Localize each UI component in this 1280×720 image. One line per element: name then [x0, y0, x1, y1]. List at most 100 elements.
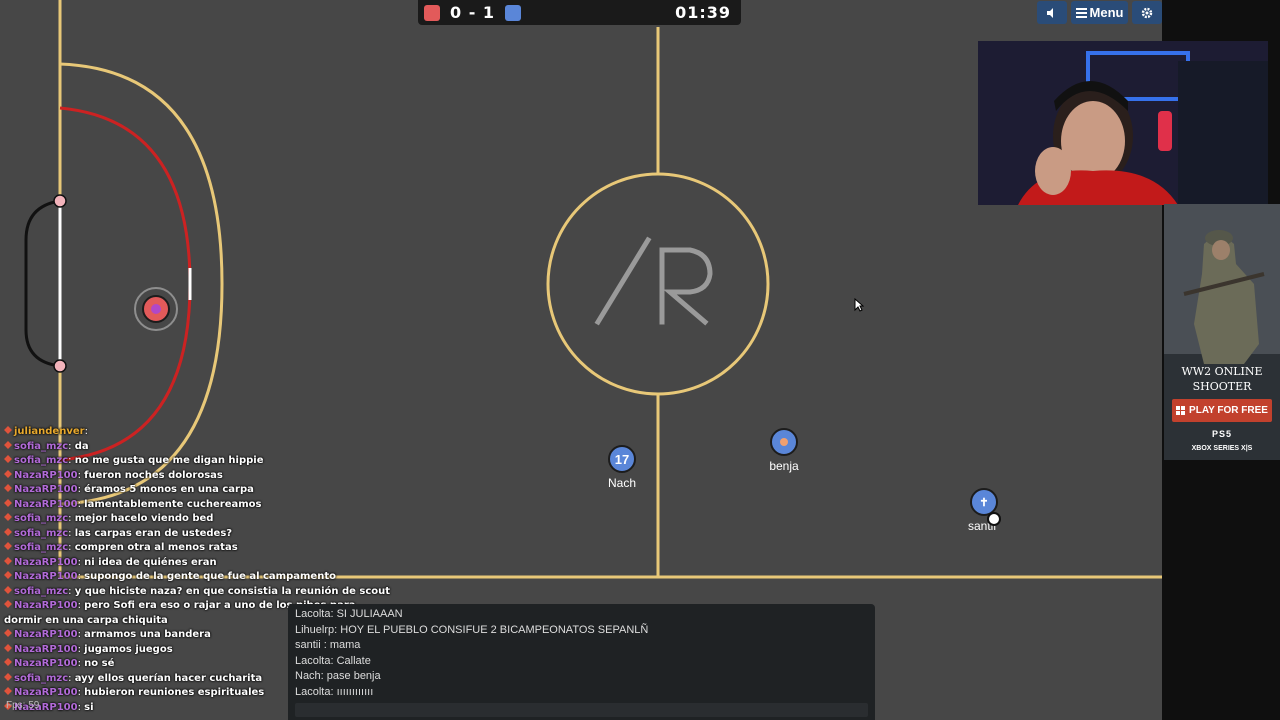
blue-team-icon — [505, 4, 522, 21]
chat-username: juliandenver — [14, 426, 85, 437]
mute-button[interactable] — [1037, 1, 1067, 24]
game-chat: Lacolta: SI JULIAAAN Lihuelrp: HOY EL PUE… — [288, 604, 875, 720]
stream-chat-message: sofia_mzc: las carpas eran de ustedes? — [4, 527, 384, 542]
player-number: 17 — [614, 451, 630, 467]
chat-badge-icon — [4, 469, 12, 478]
chat-badge-icon — [4, 484, 12, 492]
game-chat-line: Lacolta: SI JULIAAAN — [295, 608, 403, 620]
chat-text: da — [74, 440, 89, 452]
chat-username: NazaRP100 — [14, 484, 78, 495]
goal-area-arc — [59, 106, 192, 462]
player-avatar: ✝ — [979, 496, 989, 509]
red-player-avatar — [151, 304, 161, 314]
scoreboard: 0 - 1 01:39 — [418, 0, 741, 25]
chat-text: ni idea de quiénes eran — [84, 556, 217, 568]
stream-chat-message: NazaRP100: lamentablemente cuchereamos — [4, 498, 384, 513]
stream-chat-message: NazaRP100: fueron noches dolorosas — [4, 469, 384, 484]
stream-chat-message: NazaRP100: ni idea de quiénes eran — [4, 556, 384, 571]
chat-badge-icon — [4, 498, 12, 507]
chat-text: mejor hacelo viendo bed — [74, 513, 214, 524]
stream-chat-message: sofia_mzc: y que hiciste naza? en que co… — [4, 585, 390, 600]
chat-text: hubieron reuniones espirituales — [84, 687, 265, 698]
mouse-cursor-icon — [854, 298, 864, 312]
top-controls: Menu — [1037, 1, 1162, 24]
ad-xbox-label: XBOX SERIES X|S — [1191, 445, 1253, 452]
chat-text: y que hiciste naza? en que consistia la … — [74, 585, 391, 597]
stream-chat-message: NazaRP100: éramos 5 monos en una carpa — [4, 483, 384, 498]
hamburger-icon — [1075, 7, 1087, 18]
chat-badge-icon — [4, 542, 12, 550]
fps-counter: Fps: 59 — [6, 700, 40, 711]
chat-text: lamentablemente cuchereamos — [84, 498, 262, 510]
ball — [987, 512, 1001, 526]
player-name-santii: santii — [967, 519, 996, 533]
chat-username: NazaRP100 — [14, 629, 78, 640]
chat-text: si — [84, 701, 94, 713]
stream-chat-message: sofia_mzc: compren otra al menos ratas — [4, 541, 384, 556]
ad-ps5-label: PS5 — [1211, 429, 1232, 439]
chat-text: no sé — [84, 658, 115, 669]
windows-icon — [1176, 406, 1186, 415]
red-team-icon — [424, 4, 440, 21]
game-chat-line: Nach: pase benja — [295, 670, 381, 682]
chat-username: sofia_mzc — [14, 513, 69, 524]
chat-username: NazaRP100 — [14, 469, 78, 481]
chat-username: sofia_mzc — [14, 542, 69, 553]
chat-username: NazaRP100 — [14, 600, 78, 611]
chat-text: las carpas eran de ustedes? — [74, 527, 233, 539]
chat-username: sofia_mzc — [14, 527, 69, 539]
goal-post-top — [53, 194, 67, 208]
chat-text: ayy ellos querían hacer cucharita — [74, 672, 263, 684]
chat-badge-icon — [4, 426, 12, 434]
game-chat-line: Lacolta: Callate — [295, 654, 371, 667]
chat-badge-icon — [4, 658, 12, 666]
player-avatar — [780, 438, 788, 446]
chat-text: compren otra al menos ratas — [74, 542, 238, 553]
chat-text: no me gusta que me digan hippie — [74, 455, 264, 466]
stream-chat-message: NazaRP100: supongo de la gente que fue a… — [4, 570, 384, 585]
chat-text: éramos 5 monos en una carpa — [84, 484, 254, 495]
chat-badge-icon — [4, 527, 12, 536]
player-nach: 17 — [608, 445, 636, 473]
gear-icon — [1141, 7, 1153, 18]
ad-play-button[interactable]: PLAY FOR FREE — [1172, 399, 1272, 422]
stream-chat-message: sofia_mzc: da — [4, 440, 384, 455]
ad-cta-label: PLAY FOR FREE — [1189, 405, 1268, 416]
chat-username: NazaRP100 — [14, 571, 78, 582]
chat-username: sofia_mzc — [14, 585, 69, 597]
chat-badge-icon — [4, 455, 12, 463]
score: 0 - 1 — [450, 3, 496, 22]
goal-post-bottom — [53, 359, 67, 373]
game-chat-line: santii : mama — [295, 639, 361, 651]
chat-username: NazaRP100 — [14, 556, 78, 568]
chat-badge-icon — [4, 643, 12, 652]
game-chat-log: Lacolta: SI JULIAAAN Lihuelrp: HOY EL PUE… — [295, 607, 868, 700]
chat-username: NazaRP100 — [14, 658, 78, 669]
chat-text: armamos una bandera — [84, 629, 211, 640]
stream-chat-message: sofia_mzc: no me gusta que me digan hipp… — [4, 454, 384, 469]
menu-button[interactable]: Menu — [1071, 1, 1128, 24]
advertisement[interactable]: WW2 ONLINE SHOOTER PLAY FOR FREE PS5 XBO… — [1164, 204, 1280, 460]
chat-badge-icon — [4, 600, 12, 608]
goal-net — [24, 199, 61, 368]
chat-text: fueron noches dolorosas — [84, 469, 223, 481]
chat-text: supongo de la gente que fue al campament… — [84, 571, 336, 582]
chat-input[interactable] — [295, 703, 868, 717]
chat-badge-icon — [4, 513, 12, 521]
chat-badge-icon — [4, 687, 12, 695]
player-benja — [770, 428, 798, 456]
menu-label: Menu — [1089, 5, 1124, 20]
chat-badge-icon — [4, 672, 12, 681]
center-logo — [594, 236, 713, 326]
webcam-overlay — [978, 41, 1268, 205]
settings-button[interactable] — [1132, 1, 1162, 24]
chat-text: jugamos juegos — [84, 643, 173, 655]
speaker-icon — [1047, 7, 1053, 18]
webcam-image — [978, 41, 1268, 205]
player-name-benja: benja — [769, 459, 799, 473]
match-timer: 01:39 — [675, 3, 731, 22]
chat-badge-icon — [4, 629, 12, 637]
chat-username: sofia_mzc — [14, 672, 69, 684]
chat-username: sofia_mzc — [14, 440, 69, 452]
center-circle — [546, 172, 770, 396]
